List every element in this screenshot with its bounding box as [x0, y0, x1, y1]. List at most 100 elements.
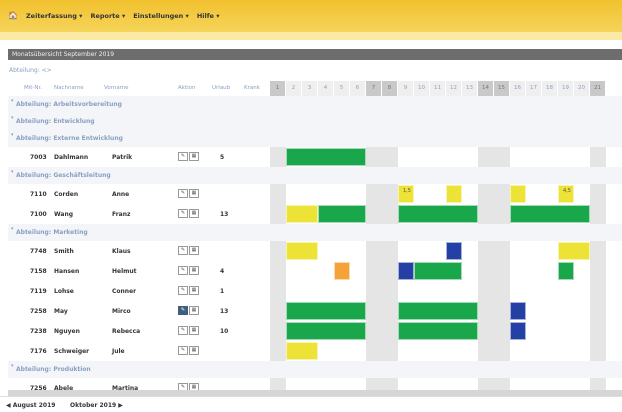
- day-header-21: 21: [590, 81, 606, 96]
- prev-month-link[interactable]: ◀ August 2019: [6, 402, 55, 409]
- calendar-icon[interactable]: ▦: [189, 246, 199, 255]
- absence-value: 1,5: [403, 188, 411, 194]
- absence-mark[interactable]: [510, 302, 526, 320]
- employee-lastname: Hansen: [54, 268, 80, 275]
- absence-mark[interactable]: [398, 302, 478, 320]
- edit-icon[interactable]: ✎: [178, 266, 188, 275]
- absence-mark[interactable]: [286, 302, 366, 320]
- row-actions: ✎ ▦: [178, 286, 199, 295]
- employee-row: 7158 Hansen Helmut ✎ ▦ 4: [8, 261, 270, 281]
- absence-mark[interactable]: [446, 242, 462, 260]
- absence-mark[interactable]: [558, 242, 590, 260]
- absence-mark[interactable]: [286, 205, 318, 223]
- employee-nr: 7258: [30, 308, 47, 315]
- day-header-8: 8: [382, 81, 398, 96]
- collapse-icon[interactable]: ▾: [11, 132, 14, 138]
- absence-mark[interactable]: [446, 185, 462, 203]
- collapse-icon[interactable]: ▾: [11, 226, 14, 232]
- department-row[interactable]: ▾ Abteilung: Entwicklung: [8, 113, 622, 130]
- edit-icon[interactable]: ✎: [178, 286, 188, 295]
- absence-mark[interactable]: [286, 342, 318, 360]
- calendar-icon[interactable]: ▦: [189, 306, 199, 315]
- calendar-icon[interactable]: ▦: [189, 286, 199, 295]
- employee-row: 7110 Corden Anne ✎ ▦: [8, 184, 270, 204]
- absence-mark[interactable]: [510, 205, 590, 223]
- employee-urlaub: 13: [220, 211, 229, 218]
- absence-mark[interactable]: [398, 205, 478, 223]
- absence-value: 4,5: [563, 188, 571, 194]
- absence-mark[interactable]: [334, 262, 350, 280]
- calendar-icon[interactable]: ▦: [189, 326, 199, 335]
- edit-icon[interactable]: ✎: [178, 346, 188, 355]
- col-urlaub: Urlaub: [212, 85, 231, 91]
- absence-mark[interactable]: [318, 205, 366, 223]
- calendar-icon[interactable]: ▦: [189, 152, 199, 161]
- home-icon[interactable]: 🏠: [8, 11, 18, 20]
- edit-icon[interactable]: ✎: [178, 152, 188, 161]
- day-header-7: 7: [366, 81, 382, 96]
- next-month-link[interactable]: Oktober 2019 ▶: [70, 402, 123, 409]
- col-vorname[interactable]: Vorname: [104, 85, 128, 91]
- day-header-3: 3: [302, 81, 318, 96]
- calendar-icon[interactable]: ▦: [189, 189, 199, 198]
- day-header-15: 15: [494, 81, 510, 96]
- absence-mark[interactable]: [510, 322, 526, 340]
- absence-mark[interactable]: [286, 148, 366, 166]
- calendar-icon[interactable]: ▦: [189, 266, 199, 275]
- employee-firstname: Patrik: [112, 154, 133, 161]
- absence-mark[interactable]: 1,5: [398, 185, 414, 203]
- menu-zeiterfassung[interactable]: Zeiterfassung ▾: [26, 12, 82, 20]
- employee-nr: 7100: [30, 211, 47, 218]
- edit-icon[interactable]: ✎: [178, 189, 188, 198]
- collapse-icon[interactable]: ▾: [11, 115, 14, 121]
- day-header-4: 4: [318, 81, 334, 96]
- day-header-9: 9: [398, 81, 414, 96]
- edit-icon[interactable]: ✎: [178, 209, 188, 218]
- main-menu: 🏠 Zeiterfassung ▾ Reporte ▾ Einstellunge…: [8, 11, 220, 20]
- row-actions: ✎ ▦: [178, 266, 199, 275]
- absence-mark[interactable]: [286, 322, 366, 340]
- collapse-icon[interactable]: ▾: [11, 98, 14, 104]
- absence-mark[interactable]: [510, 185, 526, 203]
- department-row[interactable]: ▾ Abteilung: Geschäftsleitung: [8, 167, 622, 184]
- edit-icon[interactable]: ✎: [178, 326, 188, 335]
- absence-mark[interactable]: [398, 322, 478, 340]
- absence-mark[interactable]: 4,5: [558, 185, 574, 203]
- department-row[interactable]: ▾ Abteilung: Marketing: [8, 224, 622, 241]
- department-row[interactable]: ▾ Abteilung: Externe Entwicklung: [8, 130, 622, 147]
- employee-urlaub: 1: [220, 288, 225, 295]
- employee-nr: 7176: [30, 348, 47, 355]
- employee-row: 7748 Smith Klaus ✎ ▦: [8, 241, 270, 261]
- day-header-6: 6: [350, 81, 366, 96]
- absence-mark[interactable]: [398, 262, 414, 280]
- row-actions: ✎ ▦: [178, 306, 199, 315]
- employee-firstname: Helmut: [112, 268, 137, 275]
- absence-mark[interactable]: [414, 262, 462, 280]
- department-label: Abteilung: Entwicklung: [16, 118, 95, 125]
- department-label: Abteilung: Arbeitsvorbereitung: [16, 101, 122, 108]
- department-row[interactable]: ▾ Abteilung: Arbeitsvorbereitung: [8, 96, 622, 113]
- calendar-icon[interactable]: ▦: [189, 346, 199, 355]
- edit-icon[interactable]: ✎: [178, 246, 188, 255]
- employee-lastname: Dahlmann: [54, 154, 89, 161]
- menu-hilfe[interactable]: Hilfe ▾: [197, 12, 220, 20]
- calendar-icon[interactable]: ▦: [189, 209, 199, 218]
- day-header-17: 17: [526, 81, 542, 96]
- day-header-19: 19: [558, 81, 574, 96]
- menu-einstellungen[interactable]: Einstellungen ▾: [133, 12, 189, 20]
- absence-mark[interactable]: [558, 262, 574, 280]
- col-mit-nr[interactable]: Mit-Nr.: [24, 85, 42, 91]
- absence-mark[interactable]: [286, 242, 318, 260]
- col-nachname[interactable]: Nachname: [54, 85, 84, 91]
- department-row[interactable]: ▾ Abteilung: Produktion: [8, 361, 622, 378]
- collapse-icon[interactable]: ▾: [11, 363, 14, 369]
- edit-icon[interactable]: ✎: [178, 306, 188, 315]
- menu-reporte[interactable]: Reporte ▾: [90, 12, 125, 20]
- employee-row: 7119 Lohse Conner ✎ ▦ 1: [8, 281, 270, 301]
- collapse-icon[interactable]: ▾: [11, 169, 14, 175]
- row-actions: ✎ ▦: [178, 326, 199, 335]
- employee-firstname: Mirco: [112, 308, 131, 315]
- department-filter[interactable]: Abteilung: <>: [9, 67, 52, 74]
- day-header-13: 13: [462, 81, 478, 96]
- employee-urlaub: 13: [220, 308, 229, 315]
